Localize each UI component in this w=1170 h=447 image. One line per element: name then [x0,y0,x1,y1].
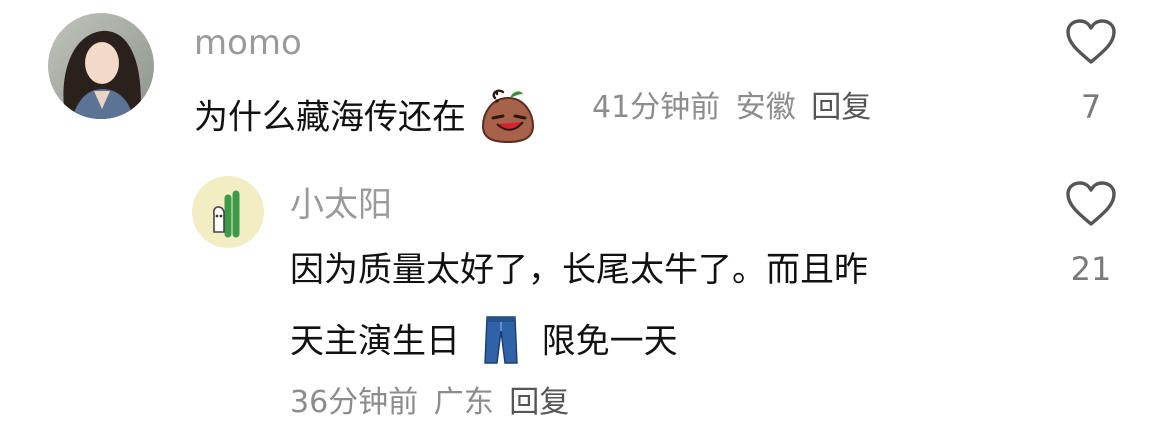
smirking-potato-emoji-icon [477,88,539,150]
comment-username[interactable]: momo [194,26,302,60]
reply-button[interactable]: 回复 [811,90,871,125]
reply-location: 广东 [433,385,494,420]
reply-text-line1: 因为质量太好了，长尾太牛了。而且昨 [290,250,868,290]
avatar[interactable] [48,13,154,119]
reply-text-part-b: 限免一天 [541,321,678,362]
reply-avatar[interactable] [192,176,264,248]
jeans-emoji-icon [481,315,521,371]
like-button[interactable] [1064,18,1118,70]
comment-text: 为什么藏海传还在 [194,88,539,150]
reply-time: 36分钟前 [290,385,419,420]
heart-icon [1066,181,1116,226]
like-count: 7 [1080,88,1102,126]
reply-meta: 36分钟前 广东 回复 [290,388,569,418]
comment-text-content: 为什么藏海传还在 [194,97,466,138]
heart-icon [1066,19,1116,64]
comment-meta: 41分钟前 安徽 回复 [592,93,871,123]
reply-reply-button[interactable]: 回复 [509,385,569,420]
reply-username[interactable]: 小太阳 [290,188,392,222]
comment-time: 41分钟前 [592,90,721,125]
reply-text-line2: 天主演生日 限免一天 [290,315,678,371]
comment-location: 安徽 [735,90,796,125]
reply-like-button[interactable] [1064,180,1118,232]
reply-text-part-a: 天主演生日 [290,321,460,362]
reply-like-count: 21 [1070,250,1112,288]
